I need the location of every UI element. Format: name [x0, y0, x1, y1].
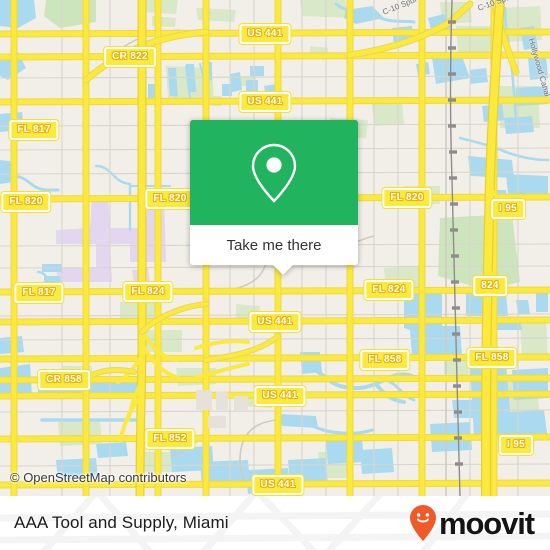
moovit-wordmark: moovit: [438, 505, 535, 541]
map-screenshot-root: .water { fill:#aadaf0; } .wline { stroke…: [0, 0, 550, 550]
road-shield: 824: [473, 276, 507, 296]
moovit-logo[interactable]: moovit: [408, 504, 535, 542]
location-callout[interactable]: Take me there: [190, 120, 358, 275]
road-shield: US 441: [239, 24, 291, 44]
road-shield: FL 824: [364, 280, 414, 300]
road-shield: FL 820: [382, 188, 432, 208]
callout-marker-panel: [190, 120, 358, 225]
road-shield: US 441: [249, 312, 301, 332]
road-shield: US 441: [252, 475, 304, 495]
road-shield: FL 817: [14, 283, 64, 303]
osm-attribution[interactable]: © OpenStreetMap contributors: [10, 470, 187, 485]
callout-action-panel[interactable]: Take me there: [190, 225, 358, 275]
footer-bar: AAA Tool and Supply, Miami moovit: [0, 496, 550, 550]
moovit-pin-smiley-icon: [409, 505, 436, 541]
take-me-there-label: Take me there: [226, 236, 322, 254]
callout-tail: [272, 264, 294, 275]
road-shield: US 441: [254, 386, 306, 406]
map-canvas[interactable]: .water { fill:#aadaf0; } .wline { stroke…: [0, 0, 550, 496]
road-shield: FL 858: [360, 350, 410, 370]
road-shield: US 441: [239, 92, 291, 112]
road-shield: CR 822: [104, 47, 156, 67]
map-pin-icon: [251, 143, 297, 203]
road-shield: FL 820: [145, 189, 195, 209]
road-shield: FL 820: [1, 192, 51, 212]
road-shield: FL 858: [467, 348, 517, 368]
road-shield: FL 852: [145, 429, 195, 449]
place-title: AAA Tool and Supply, Miami: [14, 513, 229, 532]
road-shield: FL 824: [123, 282, 173, 302]
road-shield: I 95: [491, 199, 525, 219]
road-shield: CR 858: [38, 370, 90, 390]
road-shield: I 95: [499, 435, 533, 455]
road-shield: FL 817: [9, 120, 59, 140]
